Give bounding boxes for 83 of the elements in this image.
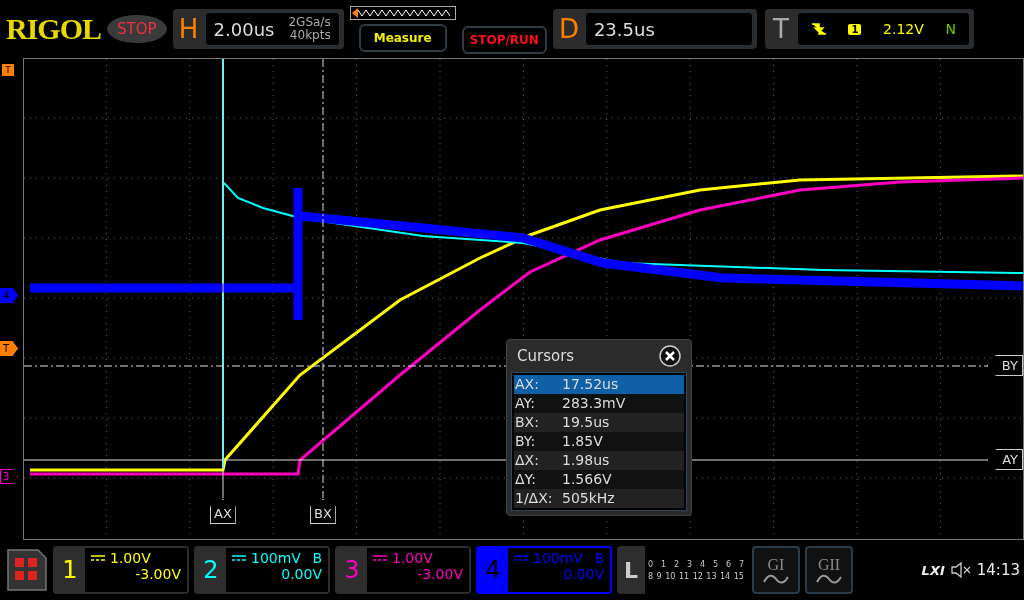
run-status-badge: STOP bbox=[107, 15, 167, 43]
channel-offset: 0.00V bbox=[281, 566, 322, 582]
delay-value: 23.5us bbox=[593, 18, 655, 40]
bandwidth-limit-indicator: B bbox=[594, 550, 604, 566]
bandwidth-limit-indicator: B bbox=[312, 550, 322, 566]
close-icon[interactable] bbox=[659, 345, 681, 367]
channel-number: 1 bbox=[61, 555, 79, 586]
delay-label: D bbox=[557, 14, 580, 44]
trigger-source-badge: 1 bbox=[848, 23, 862, 35]
cursor-readout-row[interactable]: 1/ΔX: 505kHz bbox=[514, 489, 684, 508]
generator-button[interactable]: GI bbox=[752, 546, 800, 594]
cursor-readout-row[interactable]: ΔY: 1.566V bbox=[514, 470, 684, 489]
dc-coupling-icon bbox=[514, 554, 528, 562]
cursor-readout-row[interactable]: AY: 283.3mV bbox=[514, 394, 684, 413]
trigger-level: 2.12V bbox=[883, 21, 924, 37]
sample-rate: 2GSa/s bbox=[288, 16, 331, 29]
channel-offset: -3.00V bbox=[135, 566, 181, 582]
channel-number: 3 bbox=[343, 555, 361, 586]
logic-panel[interactable]: L 0 1 2 3 4 5 6 7 8 9 10 11 12 13 14 15 bbox=[617, 546, 747, 594]
digital-channel-number: 11 bbox=[678, 571, 690, 581]
trigger-position-marker: T bbox=[2, 64, 14, 76]
channel-panel[interactable]: 2 100mV B 0.00V bbox=[194, 546, 330, 594]
cursor-tag[interactable]: AY bbox=[987, 449, 1023, 470]
digital-channel-number: 13 bbox=[706, 571, 717, 581]
digital-channel-number: 8 bbox=[648, 571, 654, 581]
digital-channel-number: 4 bbox=[699, 559, 706, 569]
cursor-readout-row[interactable]: ΔX: 1.98us bbox=[514, 451, 684, 470]
trigger-label: T bbox=[771, 14, 790, 44]
digital-channel-number: 3 bbox=[686, 559, 693, 569]
channel-scale: 100mV bbox=[533, 550, 583, 566]
timebase-value: 2.00us bbox=[213, 18, 275, 40]
digital-channel-number: 6 bbox=[725, 559, 731, 569]
delay-panel[interactable]: D 23.5us bbox=[552, 9, 757, 49]
cursor-line[interactable] bbox=[322, 59, 324, 499]
digital-channel-number: 5 bbox=[712, 559, 718, 569]
cursor-line[interactable] bbox=[222, 59, 224, 499]
panel-title: Cursors bbox=[517, 347, 575, 365]
falling-edge-icon bbox=[810, 21, 827, 37]
cursor-tag[interactable]: BY bbox=[986, 355, 1023, 376]
digital-channel-number: 10 bbox=[665, 571, 676, 581]
measure-button[interactable]: Measure bbox=[358, 24, 447, 52]
sine-wave-icon bbox=[763, 574, 789, 584]
channel-panel[interactable]: 1 1.00V -3.00V bbox=[53, 546, 189, 594]
digital-channel-number: 1 bbox=[661, 559, 667, 569]
channel-panel[interactable]: 3 1.00V -3.00V bbox=[335, 546, 471, 594]
brand-logo: RIGOL bbox=[6, 12, 102, 46]
channel-offset: 0.00V bbox=[563, 566, 604, 582]
channel-offset: -3.00V bbox=[417, 566, 463, 582]
cursor-readout-row[interactable]: AX: 17.52us bbox=[514, 375, 684, 394]
logic-label: L bbox=[623, 556, 639, 585]
digital-channel-number: 15 bbox=[733, 571, 744, 581]
horizontal-label: H bbox=[177, 14, 200, 44]
channel-number: 2 bbox=[202, 555, 220, 586]
menu-grid-icon[interactable] bbox=[4, 548, 48, 592]
lxi-logo: LXI bbox=[921, 562, 945, 578]
digital-channel-number: 12 bbox=[692, 571, 703, 581]
digital-channel-number: 14 bbox=[720, 571, 731, 581]
channel-scale: 1.00V bbox=[110, 550, 151, 566]
digital-channel-number: 2 bbox=[673, 559, 680, 569]
stop-run-button[interactable]: STOP/RUN bbox=[461, 26, 547, 54]
memory-depth: 40kpts bbox=[289, 29, 331, 42]
dc-coupling-icon bbox=[232, 554, 246, 562]
cursor-readout-row[interactable]: BX: 19.5us bbox=[514, 413, 684, 432]
trigger-mode: N bbox=[945, 21, 956, 37]
digital-channel-number: 7 bbox=[738, 559, 744, 569]
generator-button[interactable]: GII bbox=[805, 546, 853, 594]
clock-time: 14:13 bbox=[976, 561, 1020, 579]
sine-wave-icon bbox=[816, 574, 842, 584]
cursor-tag[interactable]: AX bbox=[210, 499, 236, 524]
digital-channel-number: 9 bbox=[656, 571, 662, 581]
trigger-panel[interactable]: T 1 2.12V N bbox=[764, 9, 974, 49]
level-marker[interactable]: 3 bbox=[0, 469, 18, 484]
dc-coupling-icon bbox=[373, 554, 387, 562]
channel-scale: 1.00V bbox=[392, 550, 433, 566]
dc-coupling-icon bbox=[91, 554, 105, 562]
horizontal-panel[interactable]: H 2.00us 2GSa/s 40kpts bbox=[172, 9, 344, 49]
digital-channel-number: 0 bbox=[648, 559, 654, 569]
cursor-tag[interactable]: BX bbox=[310, 499, 336, 524]
channel-scale: 100mV bbox=[251, 550, 301, 566]
channel-number: 4 bbox=[478, 548, 508, 592]
level-marker[interactable]: T bbox=[0, 341, 18, 356]
speaker-muted-icon[interactable] bbox=[950, 562, 971, 578]
cursor-readout-row[interactable]: BY: 1.85V bbox=[514, 432, 684, 451]
